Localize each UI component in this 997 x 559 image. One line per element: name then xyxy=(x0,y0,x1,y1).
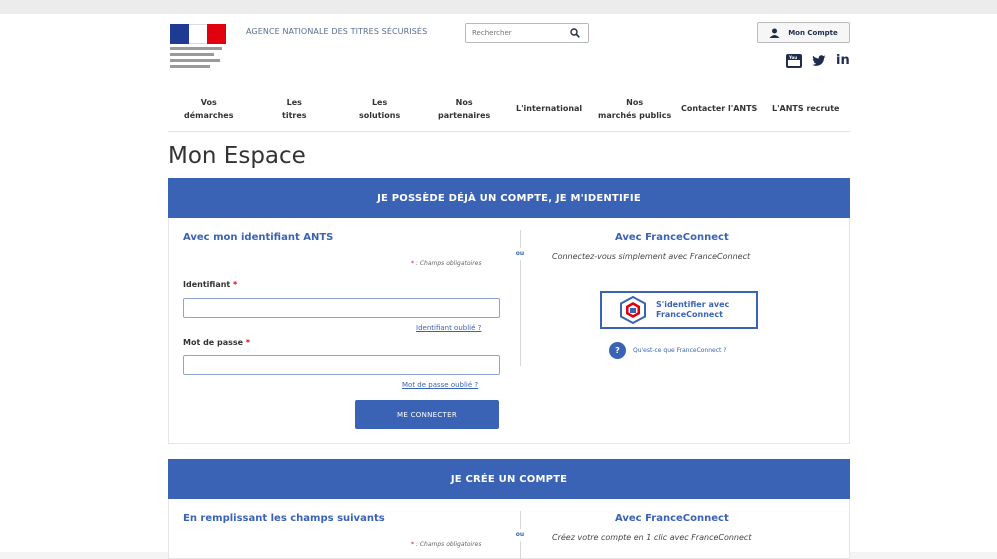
search-input[interactable] xyxy=(472,27,564,39)
question-icon: ? xyxy=(609,342,626,359)
fc-button-line: S'identifier avec xyxy=(656,300,730,309)
social-links: You in xyxy=(786,54,850,68)
login-card: Avec mon identifiant ANTS * : Champs obl… xyxy=(168,218,850,444)
password-forgot-link[interactable]: Mot de passe oublié ? xyxy=(402,381,478,389)
account-button-label: Mon Compte xyxy=(788,28,838,37)
nav-item-line: titres xyxy=(282,111,307,120)
nav-item-line: partenaires xyxy=(438,111,491,120)
search-box[interactable] xyxy=(465,23,589,43)
user-icon xyxy=(769,28,780,38)
nav-item-line: L'international xyxy=(516,104,583,113)
nav-item-line: Vos xyxy=(200,98,217,107)
nav-item-contact[interactable]: Contacter l'ANTS xyxy=(681,102,757,115)
linkedin-icon[interactable]: in xyxy=(836,54,850,67)
nav-item-line: démarches xyxy=(184,111,234,120)
top-strip xyxy=(0,0,997,14)
required-note: * : Champs obligatoires xyxy=(411,260,482,267)
required-note-text: : Champs obligatoires xyxy=(415,260,482,267)
create-fc-subtitle: Créez votre compte en 1 clic avec France… xyxy=(552,533,752,542)
nav-item-line: Nos xyxy=(626,98,644,107)
nav-item-line: marchés publics xyxy=(598,111,672,120)
logo-text-lines xyxy=(170,47,230,68)
main-nav: Vos démarches Les titres Les solutions N… xyxy=(168,92,850,132)
franceconnect-logo-icon xyxy=(620,296,646,324)
connect-button[interactable]: ME CONNECTER xyxy=(355,400,499,429)
search-icon[interactable] xyxy=(570,28,580,38)
agency-name: AGENCE NATIONALE DES TITRES SÉCURISÉS xyxy=(246,27,428,36)
fc-button-line: FranceConnect xyxy=(656,310,723,319)
nav-item-line: Nos xyxy=(455,98,473,107)
nav-item-international[interactable]: L'international xyxy=(516,102,582,115)
nav-item-line: solutions xyxy=(359,111,401,120)
nav-item-line: Les xyxy=(286,98,302,107)
create-banner: JE CRÉE UN COMPTE xyxy=(168,459,850,499)
svg-text:You: You xyxy=(788,55,797,60)
fc-help[interactable]: ? Qu'est-ce que FranceConnect ? xyxy=(609,342,726,359)
franceconnect-button[interactable]: S'identifier avec FranceConnect xyxy=(600,291,758,329)
login-fc-title: Avec FranceConnect xyxy=(615,232,729,243)
create-left-title: En remplissant les champs suivants xyxy=(183,513,385,524)
login-left-title: Avec mon identifiant ANTS xyxy=(183,232,334,243)
account-button[interactable]: Mon Compte xyxy=(757,22,850,43)
youtube-icon[interactable]: You xyxy=(786,54,802,68)
or-separator: ou xyxy=(513,248,527,260)
page: AGENCE NATIONALE DES TITRES SÉCURISÉS Mo… xyxy=(0,14,997,559)
or-separator: ou xyxy=(513,529,527,541)
nav-item-line: Contacter l'ANTS xyxy=(681,104,758,113)
login-fc-subtitle: Connectez-vous simplement avec FranceCon… xyxy=(552,252,751,261)
login-banner: JE POSSÈDE DÉJÀ UN COMPTE, JE M'IDENTIFI… xyxy=(168,178,850,218)
nav-item-solutions[interactable]: Les solutions xyxy=(359,96,400,122)
identifiant-label-text: Identifiant xyxy=(183,280,231,289)
nav-item-demarches[interactable]: Vos démarches xyxy=(184,96,233,122)
create-card: En remplissant les champs suivants * : C… xyxy=(168,499,850,559)
twitter-icon[interactable] xyxy=(812,55,826,67)
password-label-text: Mot de passe xyxy=(183,338,244,347)
required-note: * : Champs obligatoires xyxy=(411,541,482,548)
republique-francaise-logo[interactable] xyxy=(170,24,230,78)
nav-item-titres[interactable]: Les titres xyxy=(282,96,307,122)
nav-item-recrute[interactable]: L'ANTS recrute xyxy=(772,102,839,115)
identifiant-label: Identifiant * xyxy=(183,280,238,289)
identifiant-forgot-link[interactable]: Identifiant oublié ? xyxy=(416,324,481,332)
nav-item-marches-publics[interactable]: Nos marchés publics xyxy=(598,96,671,122)
password-label: Mot de passe * xyxy=(183,338,251,347)
fc-help-link[interactable]: Qu'est-ce que FranceConnect ? xyxy=(633,347,726,354)
required-note-text: : Champs obligatoires xyxy=(415,541,482,548)
nav-item-line: L'ANTS recrute xyxy=(772,104,840,113)
french-flag-icon xyxy=(170,24,227,44)
password-input[interactable] xyxy=(183,355,500,375)
nav-item-partenaires[interactable]: Nos partenaires xyxy=(438,96,490,122)
franceconnect-button-label: S'identifier avec FranceConnect xyxy=(656,300,729,320)
nav-item-line: Les xyxy=(371,98,388,107)
identifiant-input[interactable] xyxy=(183,298,500,318)
page-title: Mon Espace xyxy=(168,143,306,169)
create-fc-title: Avec FranceConnect xyxy=(615,513,729,524)
